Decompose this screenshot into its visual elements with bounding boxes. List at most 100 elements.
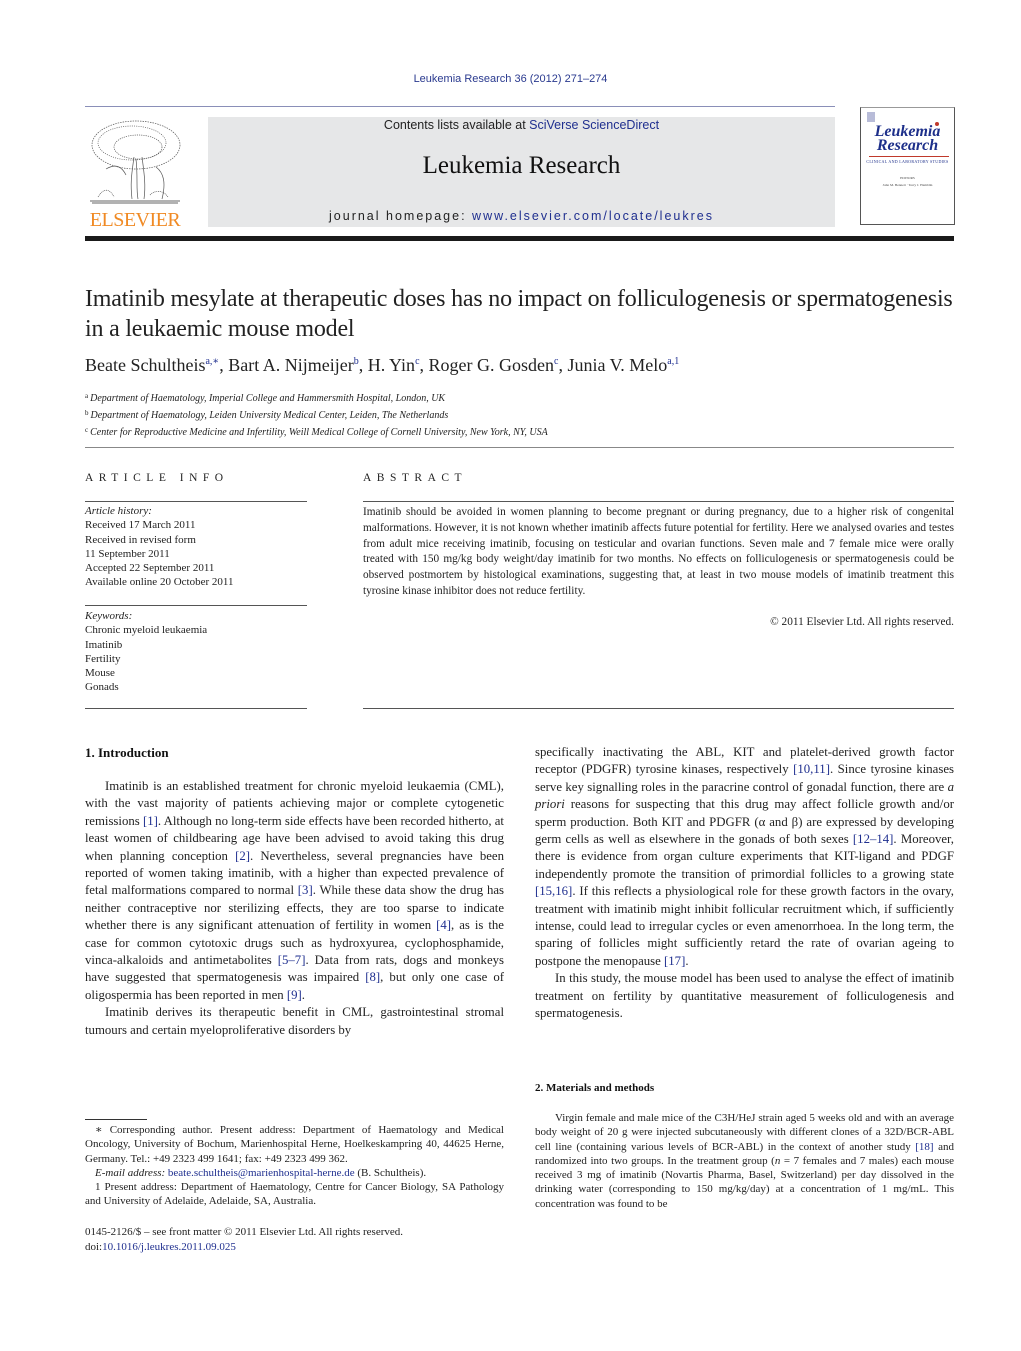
contents-prefix: Contents lists available at	[383, 118, 530, 132]
methods-paragraph-1: Virgin female and male mice of the C3H/H…	[535, 1112, 954, 1210]
cover-rule	[869, 156, 949, 157]
doi-line: doi:10.1016/j.leukres.2011.09.025	[85, 1240, 504, 1255]
journal-cover-thumbnail[interactable]: Leukemia Research CLINICAL AND LABORATOR…	[860, 107, 955, 225]
affiliation-marker: b	[85, 409, 89, 417]
email-label: E-mail address:	[95, 1166, 168, 1179]
author-affiliation-marker[interactable]: a,1	[667, 356, 679, 367]
footnote-email: E-mail address: beate.schultheis@marienh…	[85, 1166, 504, 1180]
affiliation-marker: c	[85, 426, 89, 434]
footnotes: ∗ Corresponding author. Present address:…	[85, 1123, 504, 1209]
intro-paragraph-2-cont: specifically inactivating the ABL, KIT a…	[535, 745, 954, 968]
author-name[interactable]: Beate Schultheis	[85, 355, 205, 375]
journal-name: Leukemia Research	[422, 152, 621, 179]
email-link[interactable]: beate.schultheis@marienhospital-herne.de	[168, 1167, 355, 1179]
affiliation-list: a Department of Haematology, Imperial Col…	[85, 389, 955, 440]
author-affiliation-marker[interactable]: a,∗	[205, 356, 219, 367]
cover-editors-label: EDITORS	[900, 176, 915, 180]
cover-title: Leukemia Research	[861, 124, 954, 154]
affiliation-item: c Center for Reproductive Medicine and In…	[85, 426, 548, 438]
methods-text: Virgin female and male mice of the C3H/H…	[535, 1111, 954, 1211]
cover-subtitle: CLINICAL AND LABORATORY STUDIES	[866, 159, 949, 164]
keywords-label: Keywords:	[85, 610, 133, 622]
journal-citation[interactable]: Leukemia Research 36 (2012) 271–274	[0, 73, 1021, 85]
affiliation-item: a Department of Haematology, Imperial Col…	[85, 392, 446, 404]
abstract-divider-bottom	[363, 708, 954, 709]
reference-link[interactable]: [15,16]	[535, 884, 572, 898]
reference-link[interactable]: [9]	[287, 988, 302, 1002]
intro-paragraph-3: In this study, the mouse model has been …	[535, 971, 954, 1021]
history-item: Received in revised form	[85, 533, 196, 546]
cover-badge-icon	[867, 112, 875, 122]
article-info-heading: ARTICLE INFO	[85, 472, 229, 484]
keyword-item: Chronic myeloid leukaemia	[85, 624, 208, 637]
author-name[interactable]: Junia V. Melo	[567, 355, 667, 375]
reference-link[interactable]: [3]	[298, 883, 313, 897]
keyword-item: Gonads	[85, 681, 119, 694]
reference-link[interactable]: [8]	[365, 970, 380, 984]
author-affiliation-marker[interactable]: c	[554, 356, 558, 367]
contents-line: Contents lists available at SciVerse Sci…	[208, 118, 835, 132]
history-item: Accepted 22 September 2011	[85, 562, 215, 575]
reference-link[interactable]: [5–7]	[278, 953, 306, 967]
sciencedirect-link[interactable]: SciVerse ScienceDirect	[529, 118, 659, 132]
body-column-left: Imatinib is an established treatment for…	[85, 778, 504, 1039]
author-name[interactable]: Roger G. Gosden	[429, 355, 554, 375]
keyword-item: Mouse	[85, 667, 115, 680]
body-column-right: specifically inactivating the ABL, KIT a…	[535, 744, 954, 1023]
email-suffix: (B. Schultheis).	[354, 1166, 427, 1179]
issn-line: 0145-2126/$ – see front matter © 2011 El…	[85, 1226, 404, 1238]
elsevier-tree-icon	[86, 117, 184, 207]
author-affiliation-marker[interactable]: c	[415, 356, 419, 367]
header-divider	[85, 106, 835, 107]
history-item: Available online 20 October 2011	[85, 576, 234, 589]
abstract-text: Imatinib should be avoided in women plan…	[363, 506, 954, 597]
article-history: Article history: Received 17 March 2011 …	[85, 504, 307, 590]
author-name[interactable]: Bart A. Nijmeijer	[228, 355, 353, 375]
history-item: Received 17 March 2011	[85, 519, 196, 532]
reference-link[interactable]: [12–14]	[853, 832, 894, 846]
footnote-corresponding: ∗ Corresponding author. Present address:…	[85, 1124, 504, 1165]
affiliation-item: b Department of Haematology, Leiden Unive…	[85, 409, 449, 421]
reference-link[interactable]: [10,11]	[793, 762, 830, 776]
keyword-item: Fertility	[85, 652, 121, 665]
keyword-item: Imatinib	[85, 638, 123, 651]
reference-link[interactable]: [4]	[436, 918, 451, 932]
footnote-present-address: 1 Present address: Department of Haemato…	[85, 1181, 504, 1208]
author-list: Beate Schultheisa,∗, Bart A. Nijmeijerb,…	[85, 355, 680, 375]
header-thick-divider	[85, 236, 954, 241]
section-heading-introduction: 1. Introduction	[85, 745, 169, 760]
article-title: Imatinib mesylate at therapeutic doses h…	[85, 286, 953, 342]
front-matter: 0145-2126/$ – see front matter © 2011 El…	[85, 1225, 504, 1255]
article-info-divider-mid	[85, 605, 307, 606]
homepage-prefix: journal homepage:	[329, 209, 473, 223]
cover-editors: John M. Bennett · Terry J. Hamblin	[882, 183, 933, 187]
article-info-divider-bottom	[85, 708, 307, 709]
section-heading-methods: 2. Materials and methods	[535, 1082, 655, 1094]
reference-link[interactable]: [2]	[235, 849, 250, 863]
homepage-link[interactable]: www.elsevier.com/locate/leukres	[472, 209, 714, 223]
article-history-label: Article history:	[85, 505, 152, 517]
footnote-divider	[85, 1119, 147, 1120]
abstract-divider-top	[363, 501, 954, 502]
intro-paragraph-2-start: Imatinib derives its therapeutic benefit…	[85, 1005, 504, 1037]
history-item: 11 September 2011	[85, 547, 170, 560]
keywords: Keywords: Chronic myeloid leukaemia Imat…	[85, 609, 307, 695]
italic-text: a priori	[535, 779, 954, 812]
reference-link[interactable]: [18]	[915, 1141, 933, 1153]
author-affiliation-marker[interactable]: b	[354, 356, 359, 367]
journal-homepage: journal homepage: www.elsevier.com/locat…	[208, 209, 835, 223]
elsevier-wordmark: ELSEVIER	[89, 209, 181, 231]
title-divider	[85, 447, 954, 448]
author-name[interactable]: H. Yin	[368, 355, 415, 375]
affiliation-marker: a	[85, 392, 89, 400]
journal-masthead: Contents lists available at SciVerse Sci…	[208, 117, 835, 227]
abstract-heading: ABSTRACT	[363, 472, 468, 484]
reference-link[interactable]: [17]	[664, 954, 685, 968]
cover-title-line2: Research	[876, 137, 939, 154]
article-info-divider-top	[85, 501, 307, 502]
abstract-copyright: © 2011 Elsevier Ltd. All rights reserved…	[770, 616, 954, 628]
elsevier-logo[interactable]: ELSEVIER	[84, 117, 186, 231]
reference-link[interactable]: [1]	[143, 814, 158, 828]
intro-paragraph-1: Imatinib is an established treatment for…	[85, 779, 505, 1002]
doi-link[interactable]: 10.1016/j.leukres.2011.09.025	[102, 1241, 236, 1253]
